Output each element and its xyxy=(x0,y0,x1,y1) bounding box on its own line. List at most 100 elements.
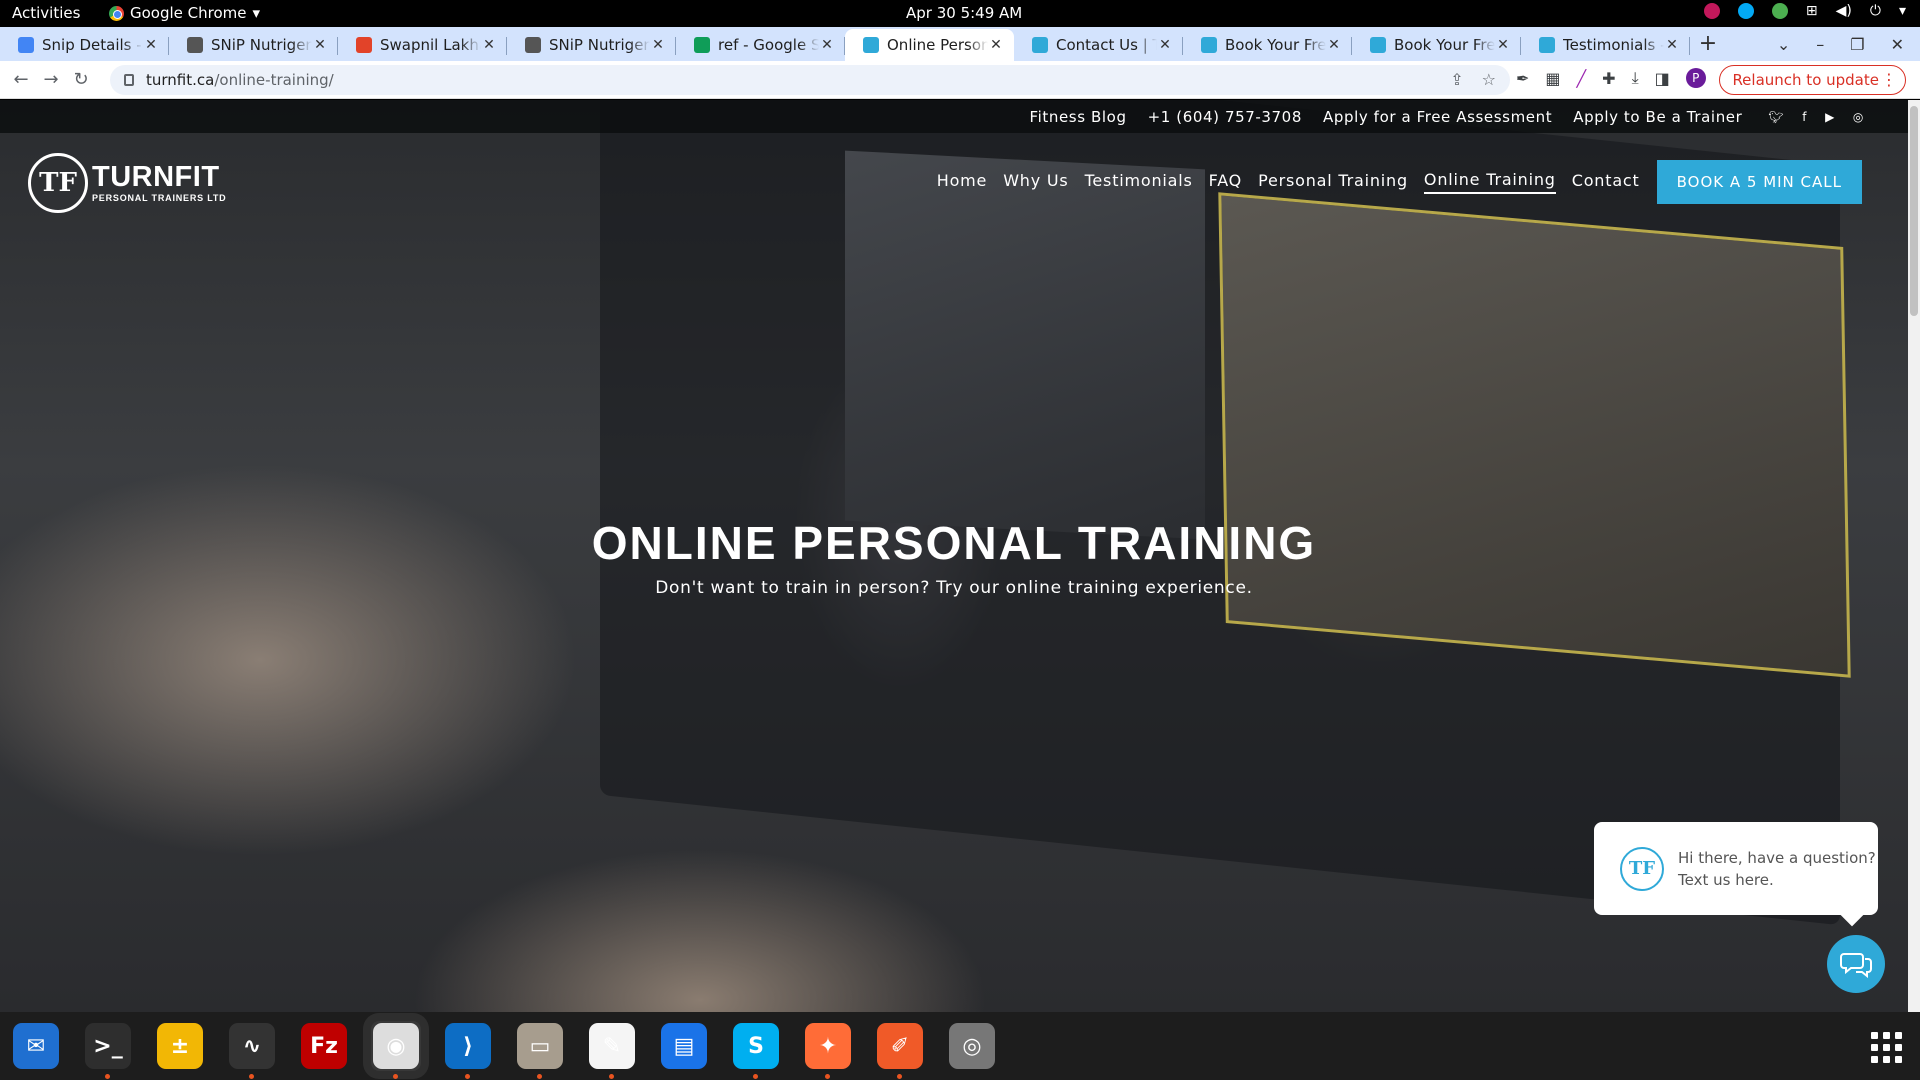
bookmark-star-icon[interactable]: ☆ xyxy=(1482,70,1496,89)
instagram-icon[interactable]: ◎ xyxy=(1853,110,1864,124)
twitter-icon[interactable]: 🐦︎ xyxy=(1768,110,1784,124)
skype-icon[interactable]: S xyxy=(731,1021,781,1079)
disk-icon[interactable]: ◎ xyxy=(947,1021,997,1071)
terminal-icon[interactable]: >_ xyxy=(83,1021,133,1079)
link-fitness-blog[interactable]: Fitness Blog xyxy=(1029,108,1126,126)
tab[interactable]: SNiP Nutrigeno✕ xyxy=(169,29,338,61)
volume-icon[interactable]: ◀) xyxy=(1836,3,1852,19)
forward-icon[interactable]: → xyxy=(36,69,66,90)
more-menu-icon[interactable]: ⋮ xyxy=(1881,70,1897,89)
link-apply-trainer[interactable]: Apply to Be a Trainer xyxy=(1573,108,1742,126)
profile-avatar[interactable]: P xyxy=(1685,68,1706,88)
close-window-icon[interactable]: ✕ xyxy=(1891,35,1904,54)
tab-search-icon[interactable]: ⌄ xyxy=(1777,35,1790,54)
document-viewer-icon[interactable]: ▤ xyxy=(659,1021,709,1071)
tab[interactable]: Contact Us | Tur✕ xyxy=(1014,29,1183,61)
extensions-puzzle-icon[interactable]: ✚ xyxy=(1602,69,1615,88)
thunderbird-icon[interactable]: ✉ xyxy=(11,1021,61,1071)
system-tray[interactable]: ⊞ ◀) ⏻ ▾ xyxy=(1703,3,1906,19)
close-tab-icon[interactable]: ✕ xyxy=(1326,37,1342,53)
eyedropper-extension-icon[interactable]: ✒ xyxy=(1516,69,1529,88)
tab[interactable]: Book Your Free ✕ xyxy=(1183,29,1352,61)
lock-icon[interactable] xyxy=(124,74,134,86)
clock[interactable]: Apr 30 5:49 AM xyxy=(906,4,1022,22)
reload-icon[interactable]: ↻ xyxy=(66,69,96,90)
close-tab-icon[interactable]: ✕ xyxy=(1157,37,1173,53)
facebook-icon[interactable]: f xyxy=(1802,110,1807,124)
close-tab-icon[interactable]: ✕ xyxy=(819,37,835,53)
postman-icon[interactable]: ✦ xyxy=(803,1021,853,1079)
filezilla-icon[interactable]: Fz xyxy=(299,1021,349,1071)
tab[interactable]: Swapnil Lakhan✕ xyxy=(338,29,507,61)
page-scrollbar[interactable] xyxy=(1908,100,1920,1012)
check-icon[interactable] xyxy=(1771,3,1788,19)
restore-icon[interactable]: ❐ xyxy=(1850,35,1864,54)
app-indicator-icon[interactable] xyxy=(1703,3,1720,19)
text-editor-icon[interactable]: ✎ xyxy=(587,1021,637,1079)
tab-title: SNiP Nutrigeno xyxy=(211,36,312,54)
tab[interactable]: Book Your Free ✕ xyxy=(1352,29,1521,61)
postman-icon-glyph: ✦ xyxy=(805,1023,851,1069)
download-icon[interactable]: ⤓ xyxy=(1632,68,1639,88)
network-icon[interactable]: ⊞ xyxy=(1806,3,1818,19)
nav-online-training[interactable]: Online Training xyxy=(1423,170,1556,194)
nav-why-us[interactable]: Why Us xyxy=(1003,171,1068,193)
nav-contact[interactable]: Contact xyxy=(1572,171,1640,193)
chat-greeting-bubble[interactable]: TF Hi there, have a question? Text us he… xyxy=(1594,822,1878,915)
nav-home[interactable]: Home xyxy=(937,171,987,193)
calendar-extension-icon[interactable]: ▦ xyxy=(1545,69,1560,88)
link-phone[interactable]: +1 (604) 757-3708 xyxy=(1148,108,1302,126)
side-panel-icon[interactable]: ◨ xyxy=(1655,69,1670,88)
nav-personal-training[interactable]: Personal Training xyxy=(1258,171,1408,193)
relaunch-button[interactable]: Relaunch to update ⋮ xyxy=(1719,65,1906,95)
close-tab-icon[interactable]: ✕ xyxy=(1495,37,1511,53)
pen-extension-icon[interactable]: ╱ xyxy=(1577,69,1587,88)
minimize-icon[interactable]: – xyxy=(1816,35,1824,54)
book-call-button[interactable]: BOOK A 5 MIN CALL xyxy=(1656,160,1862,204)
chat-launcher-button[interactable] xyxy=(1827,935,1885,993)
chrome-icon[interactable]: ◉ xyxy=(371,1021,421,1079)
site-logo[interactable]: TF TURNFIT PERSONAL TRAINERS LTD xyxy=(28,153,226,213)
back-icon[interactable]: ← xyxy=(6,69,36,90)
sync-icon[interactable] xyxy=(1737,3,1754,19)
vscode-icon[interactable]: ⟩ xyxy=(443,1021,493,1079)
pencil-app-icon[interactable]: ✐ xyxy=(875,1021,925,1079)
close-tab-icon[interactable]: ✕ xyxy=(312,37,328,53)
tab[interactable]: SNiP Nutrigeno✕ xyxy=(507,29,676,61)
youtube-icon[interactable]: ▶ xyxy=(1825,110,1835,124)
files-icon[interactable]: ▭ xyxy=(515,1021,565,1079)
address-bar[interactable]: turnfit.ca/online-training/ ⇪ ☆ xyxy=(110,65,1510,95)
new-tab-button[interactable]: + xyxy=(1690,29,1726,61)
doc-icon xyxy=(18,37,34,53)
tab[interactable]: Testimonials - T✕ xyxy=(1521,29,1690,61)
activities-button[interactable]: Activities xyxy=(12,4,80,22)
nav-testimonials[interactable]: Testimonials xyxy=(1085,171,1193,193)
link-free-assessment[interactable]: Apply for a Free Assessment xyxy=(1323,108,1552,126)
close-tab-icon[interactable]: ✕ xyxy=(988,37,1004,53)
tab[interactable]: Snip Details - G✕ xyxy=(0,29,169,61)
running-indicator xyxy=(897,1074,902,1079)
nav-faq[interactable]: FAQ xyxy=(1209,171,1242,193)
app-menu[interactable]: Google Chrome ▾ xyxy=(109,4,260,22)
close-tab-icon[interactable]: ✕ xyxy=(650,37,666,53)
hero-title: ONLINE PERSONAL TRAINING xyxy=(591,517,1317,569)
system-monitor-icon-glyph: ∿ xyxy=(229,1023,275,1069)
running-indicator xyxy=(537,1074,542,1079)
close-tab-icon[interactable]: ✕ xyxy=(1664,37,1680,53)
share-icon[interactable]: ⇪ xyxy=(1450,70,1463,89)
tab[interactable]: Online Persona✕ xyxy=(845,29,1014,61)
system-monitor-icon[interactable]: ∿ xyxy=(227,1021,277,1079)
close-tab-icon[interactable]: ✕ xyxy=(143,37,159,53)
scrollbar-thumb[interactable] xyxy=(1910,106,1918,316)
app-menu-label: Google Chrome xyxy=(130,4,247,22)
sheets-icon xyxy=(694,37,710,53)
chevron-down-icon: ▾ xyxy=(252,4,261,22)
close-tab-icon[interactable]: ✕ xyxy=(481,37,497,53)
calculator-icon[interactable]: ± xyxy=(155,1021,205,1071)
show-apps-icon[interactable] xyxy=(1871,1032,1902,1063)
tab-title: Contact Us | Tur xyxy=(1056,36,1157,54)
dock: ✉ >_ ± ∿ Fz ◉ ⟩ ▭ ✎ ▤ S ✦ ✐ ◎ xyxy=(0,1012,1920,1080)
tab[interactable]: ref - Google Shee✕ xyxy=(676,29,845,61)
power-icon[interactable]: ⏻ xyxy=(1870,3,1881,19)
chevron-down-icon[interactable]: ▾ xyxy=(1899,3,1906,19)
